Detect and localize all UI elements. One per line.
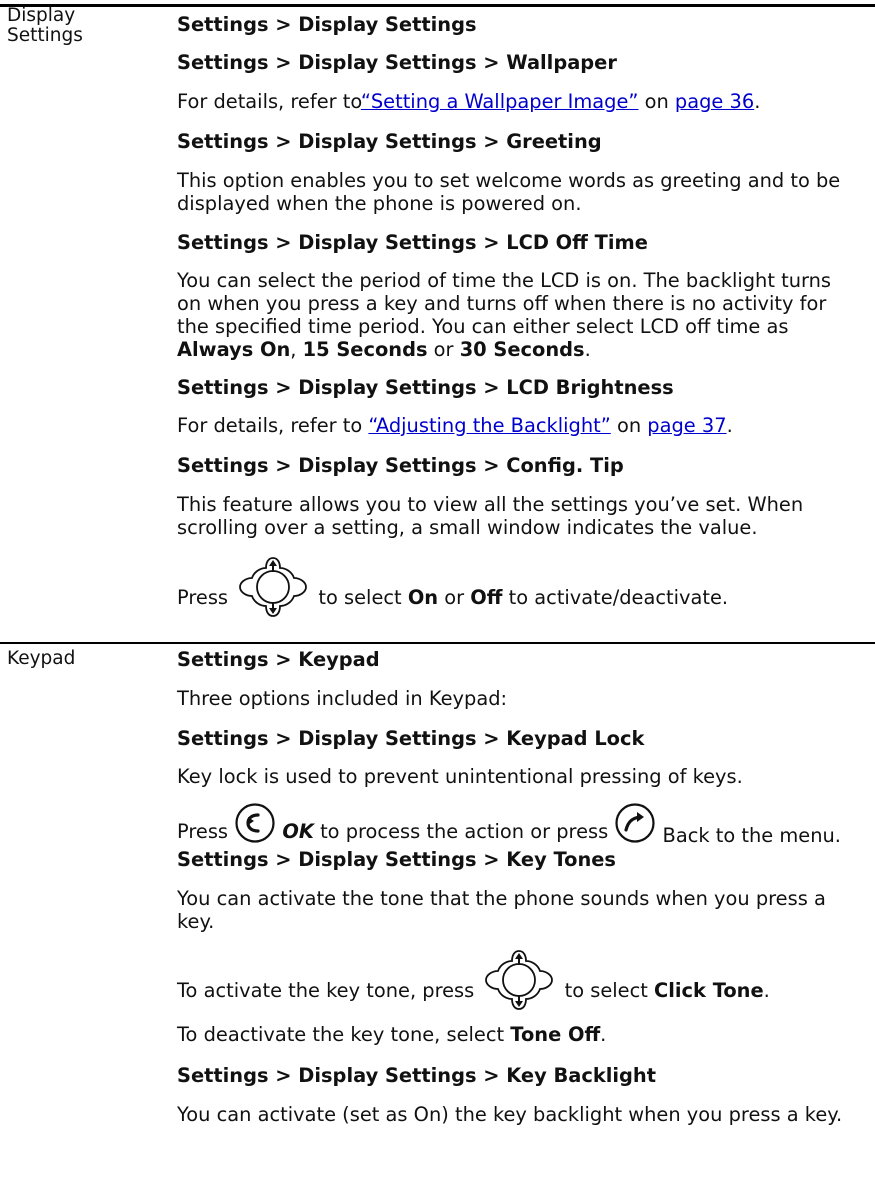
brightness-ref: For details, refer to “Adjusting the Bac… [177,414,733,437]
opt-always-on: Always On [177,338,291,361]
lcd-line-1: You can select the period of time the LC… [177,269,832,292]
page-37-link[interactable]: page 37 [647,414,726,437]
tones-line-2: key. [177,910,215,933]
greeting-line-1: This option enables you to set welcome w… [177,169,841,192]
heading-greeting: Settings > Display Settings > Greeting [177,130,602,153]
tone-off-option: Tone Off [510,1023,601,1046]
heading-lcd-brightness: Settings > Display Settings > LCD Bright… [177,376,674,399]
lock-text: Key lock is used to prevent unintentiona… [177,765,743,788]
lock-press-line: Press OK to process the action or press … [177,798,841,847]
heading-config-tip: Settings > Display Settings > Config. Ti… [177,454,624,477]
nav-key-icon [236,554,310,620]
backlight-text: You can activate (set as On) the key bac… [177,1103,843,1126]
lcd-line-2: on when you press a key and turns off wh… [177,292,827,315]
nav-key-icon [482,947,556,1013]
keypad-label: Keypad [7,648,76,669]
end-key-icon [614,802,656,844]
opt-on: On [407,586,439,609]
heading-key-backlight: Settings > Display Settings > Key Backli… [177,1064,656,1087]
heading-keypad-lock: Settings > Display Settings > Keypad Loc… [177,727,645,750]
wallpaper-ref: For details, refer to“Setting a Wallpape… [177,90,761,113]
page-36-link[interactable]: page 36 [675,90,754,113]
tones-line-1: You can activate the tone that the phone… [177,887,826,910]
keypad-intro: Three options included in Keypad: [177,687,508,710]
heading-keypad: Settings > Keypad [177,648,380,671]
click-tone-option: Click Tone [654,979,764,1002]
backlight-link[interactable]: “Adjusting the Backlight” [368,414,610,437]
opt-off: Off [470,586,503,609]
heading-key-tones: Settings > Display Settings > Key Tones [177,848,616,871]
heading-lcd-off-time: Settings > Display Settings > LCD Off Ti… [177,231,648,254]
opt-30-seconds: 30 Seconds [459,338,585,361]
opt-15-seconds: 15 Seconds [302,338,428,361]
display-settings-label: Display Settings [7,5,83,46]
top-rule [0,4,875,7]
config-line-1: This feature allows you to view all the … [177,493,804,516]
wallpaper-link[interactable]: “Setting a Wallpaper Image” [361,90,639,113]
lcd-line-3: the specified time period. You can eithe… [177,315,789,338]
activate-tone-line: To activate the key tone, press to selec… [177,946,770,1012]
heading-display-settings: Settings > Display Settings [177,13,477,36]
ok-label: OK [282,820,314,843]
deactivate-tone-line: To deactivate the key tone, select Tone … [177,1023,607,1046]
greeting-line-2: displayed when the phone is powered on. [177,192,582,215]
config-press-line: Press to select On or Off to activate/de… [177,553,728,619]
heading-wallpaper: Settings > Display Settings > Wallpaper [177,51,617,74]
config-line-2: scrolling over a setting, a small window… [177,516,758,539]
lcd-line-4: Always On, 15 Seconds or 30 Seconds. [177,338,591,361]
section-rule [0,642,875,644]
call-key-icon [234,802,276,844]
